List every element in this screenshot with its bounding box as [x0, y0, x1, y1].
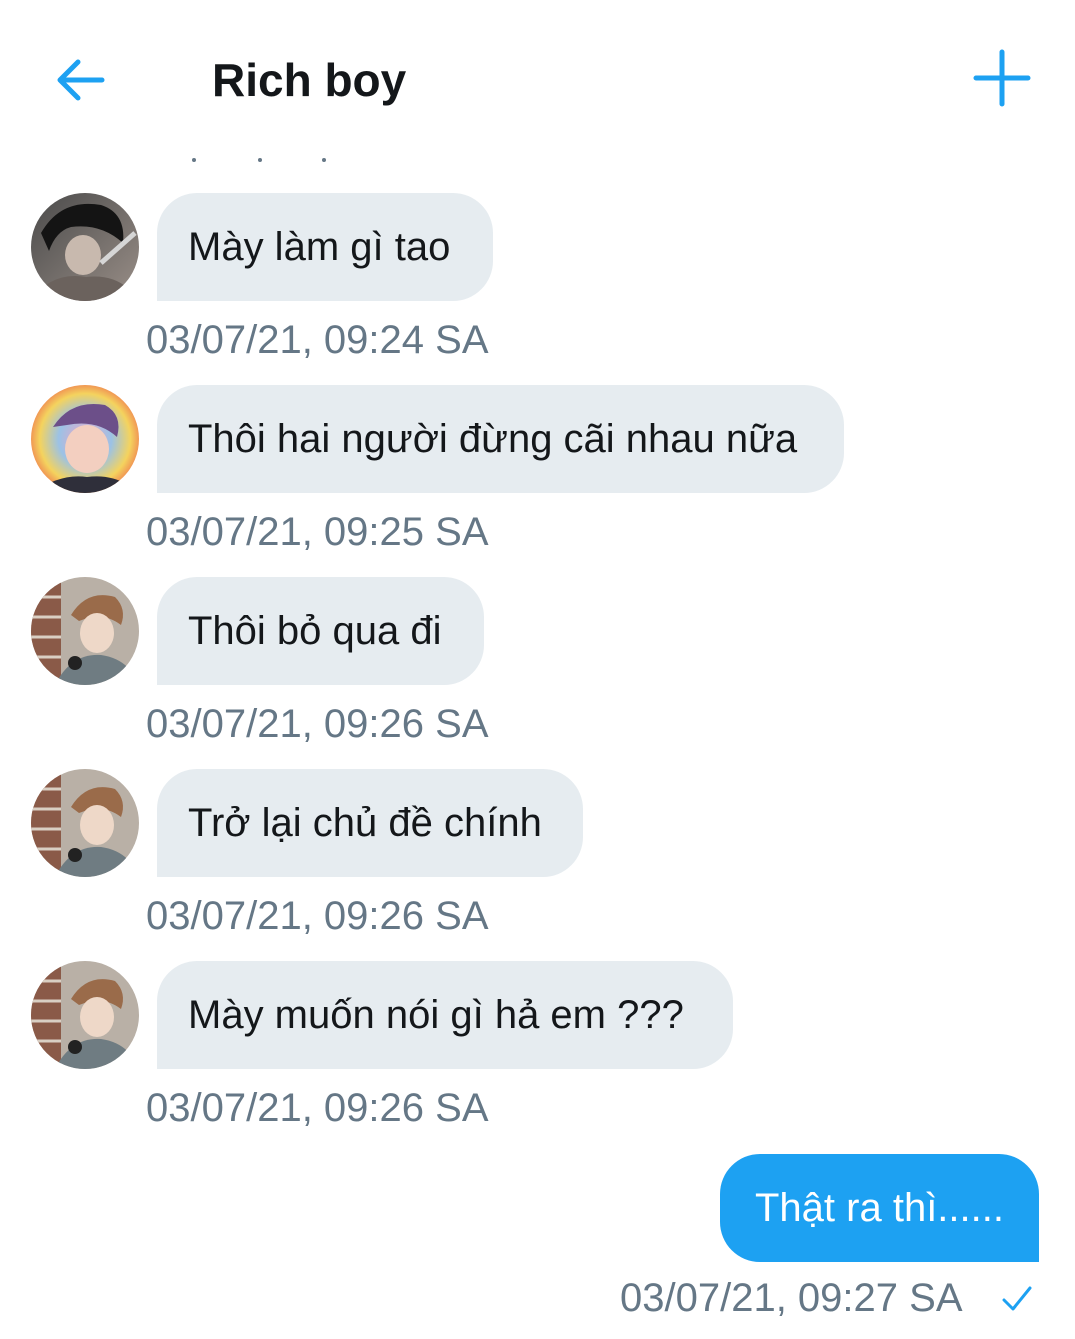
- message-timestamp: 03/07/21, 09:26 SA: [146, 702, 489, 746]
- message-timestamp: 03/07/21, 09:26 SA: [146, 894, 489, 938]
- message-bubble[interactable]: Mày muốn nói gì hả em ???: [157, 961, 733, 1069]
- sender-avatar[interactable]: [31, 577, 139, 685]
- message-bubble[interactable]: Mày làm gì tao: [157, 193, 493, 301]
- conversation-header: Rich boy: [0, 0, 1075, 150]
- message-bubble[interactable]: Thôi hai người đừng cãi nhau nữa: [157, 385, 844, 493]
- plus-icon[interactable]: [970, 46, 1034, 110]
- conversation-title: Rich boy: [212, 54, 407, 106]
- scrolled-timestamp-remnant: [170, 150, 370, 168]
- back-arrow-icon[interactable]: [50, 50, 110, 110]
- sender-avatar[interactable]: [31, 769, 139, 877]
- sender-avatar[interactable]: [31, 961, 139, 1069]
- message-timestamp: 03/07/21, 09:24 SA: [146, 318, 489, 362]
- check-icon: [1002, 1286, 1032, 1311]
- outgoing-message-bubble[interactable]: Thật ra thì......: [720, 1154, 1039, 1262]
- message-timestamp: 03/07/21, 09:25 SA: [146, 510, 489, 554]
- sender-avatar[interactable]: [31, 385, 139, 493]
- outgoing-message-timestamp: 03/07/21, 09:27 SA: [620, 1276, 963, 1320]
- sender-avatar[interactable]: [31, 193, 139, 301]
- message-timestamp: 03/07/21, 09:26 SA: [146, 1086, 489, 1130]
- message-bubble[interactable]: Trở lại chủ đề chính: [157, 769, 583, 877]
- message-bubble[interactable]: Thôi bỏ qua đi: [157, 577, 484, 685]
